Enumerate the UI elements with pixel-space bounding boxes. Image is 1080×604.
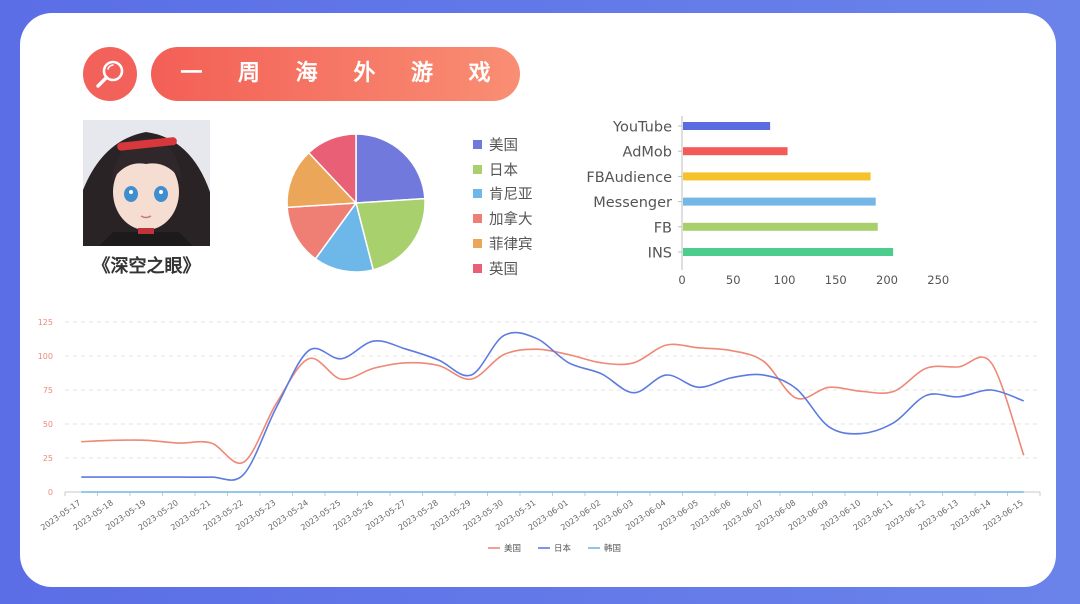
bar-x-tick-label: 0 — [678, 273, 685, 287]
bar-category-label: INS — [648, 246, 672, 262]
bar[interactable] — [683, 222, 878, 231]
bar-x-tick-label: 150 — [825, 273, 847, 287]
line-legend-label[interactable]: 韩国 — [604, 543, 621, 554]
pie-legend-item[interactable]: 美国 — [473, 132, 533, 157]
bar[interactable] — [683, 172, 871, 181]
line-y-tick-label: 125 — [38, 318, 53, 327]
search-icon[interactable] — [83, 47, 137, 101]
line-y-tick-label: 50 — [43, 420, 53, 429]
pie-chart — [286, 133, 426, 273]
legend-swatch — [473, 164, 482, 174]
pie-slice-1[interactable] — [355, 133, 426, 204]
pie-legend-item[interactable]: 日本 — [473, 157, 533, 182]
legend-label: 英国 — [489, 261, 518, 278]
legend-swatch — [473, 239, 482, 249]
bar-category-label: YouTube — [612, 120, 672, 136]
legend-label: 菲律宾 — [489, 237, 533, 254]
bar-category-label: FBAudience — [586, 170, 672, 186]
line-chart: 02550751001252023-05-172023-05-182023-05… — [38, 318, 1041, 554]
bar[interactable] — [683, 147, 788, 156]
bar-x-tick-label: 50 — [726, 273, 741, 287]
bar-x-tick-label: 100 — [774, 273, 796, 287]
bar-chart: YouTube AdMob FBAudience Messenger FB INS 0 50 1… — [586, 116, 949, 287]
pie-legend-item[interactable]: 肯尼亚 — [473, 182, 533, 207]
legend-swatch — [473, 139, 482, 149]
legend-swatch — [473, 214, 482, 224]
pie-legend-item[interactable]: 英国 — [473, 256, 533, 281]
bar-x-tick-label: 200 — [876, 273, 898, 287]
line-y-tick-label: 25 — [43, 454, 53, 463]
line-y-tick-label: 75 — [43, 386, 53, 395]
pie-legend-item[interactable]: 加拿大 — [473, 206, 533, 231]
line-y-tick-label: 0 — [48, 488, 53, 497]
legend-label: 肯尼亚 — [489, 187, 533, 204]
bar-category-label: FB — [654, 220, 672, 236]
game-name: 《深空之眼》 — [92, 256, 201, 277]
bar[interactable] — [683, 197, 876, 206]
line-legend-label[interactable]: 日本 — [554, 543, 572, 554]
line-legend-label[interactable]: 美国 — [504, 543, 521, 554]
legend-label: 美国 — [489, 137, 518, 154]
legend-swatch — [473, 189, 482, 199]
bar-x-tick-label: 250 — [927, 273, 949, 287]
line-series-1[interactable] — [81, 343, 1025, 465]
bar[interactable] — [683, 248, 894, 256]
game-character-image — [83, 120, 210, 246]
bar[interactable] — [683, 122, 771, 130]
page-title: 一 周 海 外 游 戏 案 例 — [151, 47, 520, 140]
bar-category-label: AdMob — [623, 145, 672, 161]
bar-category-label: Messenger — [593, 195, 672, 211]
legend-label: 加拿大 — [489, 212, 533, 229]
legend-label: 日本 — [489, 162, 518, 179]
pie-legend: 美国日本肯尼亚加拿大菲律宾英国 — [473, 132, 533, 281]
line-y-tick-label: 100 — [38, 352, 53, 361]
pie-legend-item[interactable]: 菲律宾 — [473, 231, 533, 256]
legend-swatch — [473, 263, 482, 273]
